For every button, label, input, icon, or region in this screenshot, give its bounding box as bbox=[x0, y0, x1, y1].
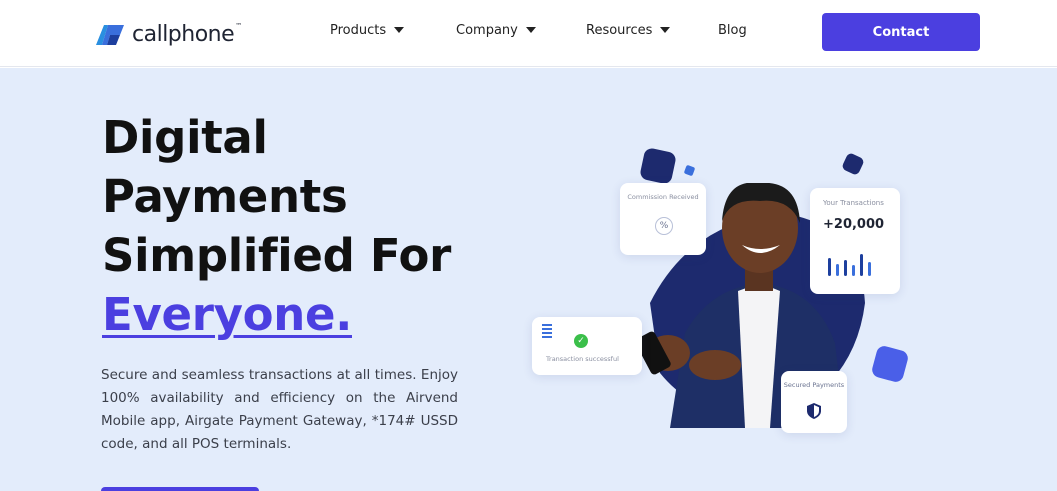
nav-company-label: Company bbox=[456, 22, 518, 38]
secured-payments-card: Secured Payments bbox=[781, 371, 847, 433]
hero-description: Secure and seamless transactions at all … bbox=[101, 367, 458, 452]
nav-blog[interactable]: Blog bbox=[718, 21, 747, 39]
nav-blog-label: Blog bbox=[718, 22, 747, 38]
transaction-success-card: ✓ Transaction successful bbox=[532, 317, 642, 375]
nav-products[interactable]: Products bbox=[330, 21, 405, 39]
caret-down-icon bbox=[394, 27, 405, 33]
brand-name: callphone bbox=[132, 21, 235, 47]
decorative-square bbox=[841, 152, 865, 176]
hero-headline: Digital Payments Simplified For Everyone… bbox=[102, 108, 451, 344]
commission-card: Commission Received % bbox=[620, 183, 706, 255]
brand-logo[interactable]: callphone ™ bbox=[94, 20, 242, 48]
transactions-card: Your Transactions +20,000 bbox=[810, 188, 900, 294]
bar-chart-icon bbox=[828, 254, 871, 276]
headline-line-2: Payments bbox=[102, 170, 348, 223]
decorative-square bbox=[683, 164, 696, 177]
check-icon: ✓ bbox=[574, 334, 588, 348]
commission-label: Commission Received bbox=[627, 193, 699, 201]
hero-illustration: Commission Received % Your Transactions … bbox=[530, 108, 930, 438]
headline-line-3: Simplified For bbox=[102, 229, 452, 282]
secured-label: Secured Payments bbox=[783, 381, 845, 389]
site-header: callphone ™ Products Company Resources B… bbox=[0, 0, 1057, 67]
decorative-square bbox=[639, 147, 677, 185]
shield-icon bbox=[807, 403, 821, 419]
caret-down-icon bbox=[525, 27, 536, 33]
trademark-symbol: ™ bbox=[235, 22, 243, 30]
hero-section: Digital Payments Simplified For Everyone… bbox=[0, 68, 1057, 491]
headline-accent: Everyone. bbox=[102, 288, 352, 341]
headline-line-1: Digital bbox=[102, 111, 268, 164]
caret-down-icon bbox=[660, 27, 671, 33]
transactions-value: +20,000 bbox=[823, 217, 885, 232]
contact-button[interactable]: Contact bbox=[822, 13, 980, 51]
percent-icon: % bbox=[655, 217, 673, 235]
transactions-label: Your Transactions bbox=[823, 199, 884, 207]
brand-stripes-icon bbox=[542, 324, 552, 338]
nav-products-label: Products bbox=[330, 22, 387, 38]
nav-resources-label: Resources bbox=[586, 22, 653, 38]
success-label: Transaction successful bbox=[546, 355, 619, 363]
logo-mark-icon bbox=[96, 25, 124, 45]
get-started-button[interactable] bbox=[101, 487, 259, 491]
nav-resources[interactable]: Resources bbox=[586, 21, 671, 39]
nav-company[interactable]: Company bbox=[456, 21, 536, 39]
